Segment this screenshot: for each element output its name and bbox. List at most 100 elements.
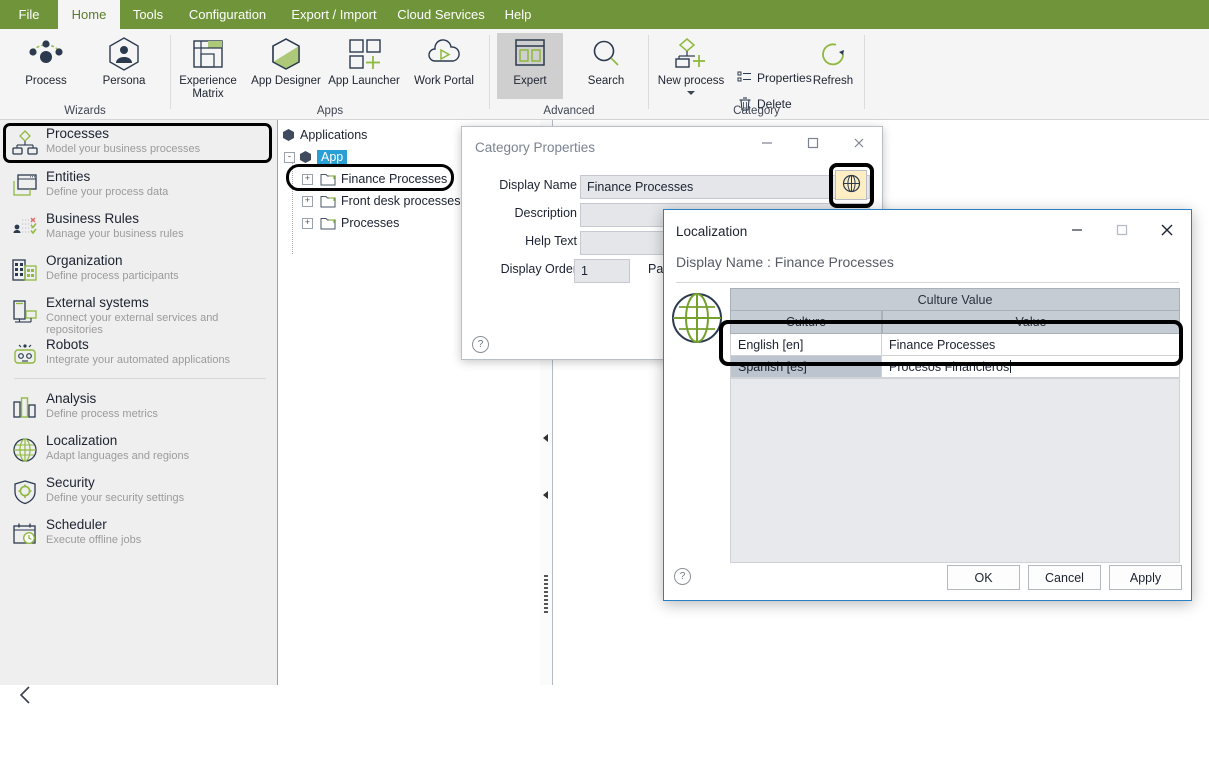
sidebar-item-external-systems[interactable]: External systems Connect your external s… [0,292,277,336]
expander-plus-icon[interactable]: + [302,217,313,229]
app-designer-icon [244,33,328,75]
tree-node-label: Processes [341,216,400,230]
tab-export-import[interactable]: Export / Import [279,0,389,29]
field-display-name: Display Name Finance Processes [462,175,882,199]
sidebar-item-title: Analysis [46,391,97,406]
ribbon-button-search[interactable]: Search [573,33,639,88]
localization-help-button[interactable]: ? [674,568,691,585]
business-rules-icon [12,215,38,241]
maximize-icon [1115,223,1129,240]
sidebar-item-localization[interactable]: Localization Adapt languages and regions [0,430,277,468]
display-name-input[interactable]: Finance Processes [580,175,870,199]
sidebar-item-title: Scheduler [46,517,107,532]
sidebar-item-subtitle: Define your security settings [46,492,185,504]
ribbon-button-persona[interactable]: Persona [92,33,156,88]
chevron-down-icon[interactable] [687,91,695,95]
tab-file[interactable]: File [0,0,58,29]
app-node-icon [282,128,295,142]
field-label: Description [514,206,577,220]
sidebar-collapse-button[interactable] [14,683,38,707]
expander-plus-icon[interactable]: + [302,195,313,207]
help-icon: ? [674,568,691,585]
sidebar-item-organization[interactable]: Organization Define process participants [0,250,277,288]
scheduler-icon [12,521,38,547]
close-icon [1159,222,1175,241]
properties-icon [733,70,757,86]
ok-button[interactable]: OK [947,565,1020,590]
tab-cloud-services[interactable]: Cloud Services [389,0,493,29]
ribbon-button-app-launcher[interactable]: App Launcher [322,33,406,88]
sidebar-item-scheduler[interactable]: Scheduler Execute offline jobs [0,514,277,552]
sidebar-item-entities[interactable]: Entities Define your process data [0,166,277,204]
ribbon-group-label-advanced: Advanced [543,105,595,117]
tree-node-applications[interactable]: Applications [282,124,367,146]
ribbon-separator [864,35,865,109]
ribbon-tab-bar: File Home Tools Configuration Export / I… [0,0,1209,29]
localization-dialog: Localization Display Name : Finance Proc… [663,209,1192,601]
localization-minimize-button[interactable] [1060,218,1094,244]
search-icon [573,33,639,75]
splitter-collapse-arrow-bottom[interactable] [543,491,548,499]
sidebar-item-title: Localization [46,433,118,448]
sidebar-item-robots[interactable]: Robots Integrate your automated applicat… [0,334,277,372]
tree-node-front-desk-processes[interactable]: + Front desk processes [302,190,461,212]
ribbon-button-label: Persona [102,75,146,87]
shield-icon [12,479,38,505]
maximize-button[interactable] [796,131,830,157]
analysis-icon [12,395,38,421]
apply-button[interactable]: Apply [1109,565,1182,590]
ribbon-button-work-portal[interactable]: Work Portal [406,33,482,88]
minimize-icon [760,136,774,153]
organization-icon [12,257,38,283]
tab-home[interactable]: Home [58,0,120,29]
ribbon-button-new-process[interactable]: New process [651,33,731,95]
ribbon-button-label: App Launcher [328,75,400,87]
tree-node-processes[interactable]: + Processes [302,212,399,234]
sidebar-item-title: Business Rules [46,211,140,226]
display-order-input[interactable]: 1 [574,259,630,283]
ribbon-button-refresh[interactable]: Refresh [806,33,860,88]
ribbon-button-process[interactable]: Process [14,33,78,88]
help-button[interactable]: ? [472,336,489,353]
splitter-grip[interactable] [544,575,548,615]
localization-icon [12,437,38,463]
sidebar-item-title: External systems [46,295,149,310]
field-label: Display Name [499,178,577,192]
ribbon-body: Process Persona Experience Matrix App De… [0,29,1209,120]
localization-maximize-button[interactable] [1105,218,1139,244]
folder-icon [320,195,336,208]
globe-icon [669,290,725,346]
ribbon-button-app-designer[interactable]: App Designer [244,33,328,88]
tree-node-label: App [317,150,348,164]
sidebar-item-business-rules[interactable]: Business Rules Manage your business rule… [0,208,277,246]
field-label: Display Order [500,262,577,276]
sidebar-item-title: Organization [46,253,123,268]
field-label: Help Text [525,234,577,248]
ribbon-button-label: Search [587,75,625,87]
sidebar-item-security[interactable]: Security Define your security settings [0,472,277,510]
tab-help[interactable]: Help [493,0,543,29]
app-node-icon [299,150,312,164]
sidebar-item-subtitle: Manage your business rules [46,228,184,240]
sidebar-item-analysis[interactable]: Analysis Define process metrics [0,388,277,426]
sidebar-item-title: Entities [46,169,91,184]
ribbon-button-expert[interactable]: Expert [497,33,563,99]
cancel-button[interactable]: Cancel [1028,565,1101,590]
minimize-button[interactable] [750,131,784,157]
tab-configuration[interactable]: Configuration [176,0,279,29]
tab-tools[interactable]: Tools [120,0,176,29]
sidebar-item-subtitle: Connect your external services and repos… [46,312,219,336]
expander-minus-icon[interactable]: - [284,151,295,163]
splitter-collapse-arrow-top[interactable] [543,434,548,442]
experience-matrix-icon [176,33,240,75]
field-label-parent-partial: Pa [648,262,664,276]
external-systems-icon [12,299,38,325]
ribbon-button-experience-matrix[interactable]: Experience Matrix [176,33,240,101]
ribbon-button-properties[interactable]: Properties [733,65,812,91]
sidebar-item-subtitle: Execute offline jobs [46,534,142,546]
localization-close-button[interactable] [1150,218,1184,244]
close-button[interactable] [842,131,876,157]
left-sidebar: Processes Model your business processes … [0,120,278,704]
ribbon-button-label: Refresh [812,75,854,87]
table-empty-area [730,378,1180,563]
